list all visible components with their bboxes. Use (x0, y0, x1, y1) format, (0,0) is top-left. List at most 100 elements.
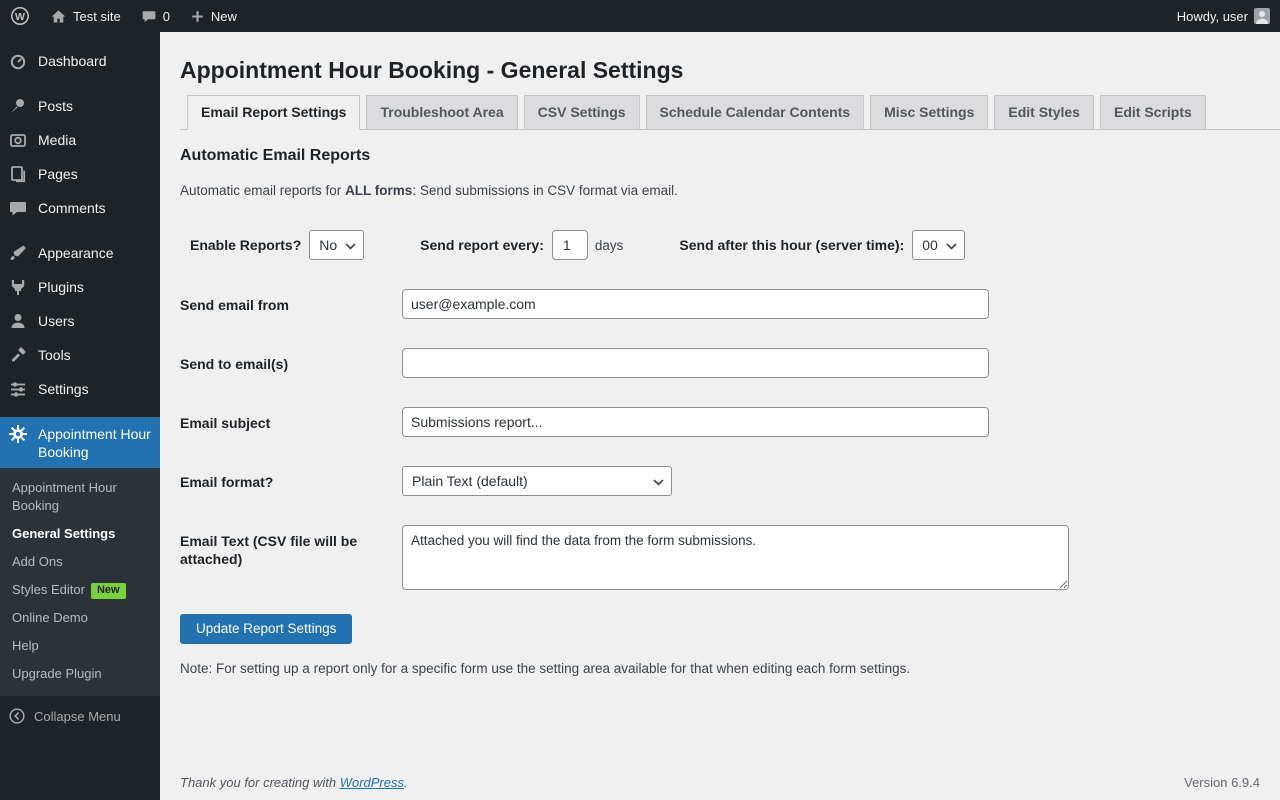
gear-icon (9, 425, 27, 443)
pages-icon (11, 166, 26, 183)
thanks-suffix: . (404, 775, 408, 790)
sidebar-item-label: Tools (38, 347, 71, 363)
tab-misc-settings[interactable]: Misc Settings (870, 95, 989, 130)
email-text-label: Email Text (CSV file will be attached) (180, 533, 358, 567)
main-content: Appointment Hour Booking - General Setti… (160, 0, 1280, 800)
plugin-submenu: Appointment Hour Booking General Setting… (0, 468, 160, 696)
tab-csv-settings[interactable]: CSV Settings (523, 95, 640, 130)
admin-bar: W Test site 0 New Howdy, user (0, 0, 1280, 32)
update-report-settings-button[interactable]: Update Report Settings (180, 614, 353, 644)
email-text-row: Email Text (CSV file will be attached) A… (180, 525, 1260, 590)
tools-icon (12, 347, 26, 362)
send-after-hour-select[interactable]: 00 (912, 230, 965, 260)
send-after-hour-label: Send after this hour (server time): (679, 237, 905, 253)
email-format-label: Email format? (180, 474, 274, 490)
dashboard-icon (10, 54, 26, 70)
settings-icon (11, 382, 25, 397)
comments-link[interactable]: 0 (131, 0, 180, 32)
admin-bar-left: W Test site 0 New (0, 0, 247, 32)
days-unit-label: days (594, 237, 624, 253)
account-menu[interactable]: Howdy, user (1167, 0, 1280, 32)
wordpress-link[interactable]: WordPress (340, 775, 404, 790)
send-after-hour-value: 00 (922, 237, 938, 253)
send-to-emails-label: Send to email(s) (180, 356, 289, 372)
posts-icon (11, 99, 24, 113)
sidebar-item-media[interactable]: Media (0, 123, 160, 157)
submenu-item-label: Appointment Hour Booking (12, 480, 117, 513)
avatar (1254, 8, 1270, 24)
submenu-item-label: Styles Editor (12, 582, 85, 597)
sidebar-item-comments[interactable]: Comments (0, 191, 160, 225)
intro-suffix: : Send submissions in CSV format via ema… (412, 183, 678, 198)
tab-schedule-calendar-contents[interactable]: Schedule Calendar Contents (645, 95, 865, 130)
send-to-emails-input[interactable] (402, 348, 989, 378)
tab-troubleshoot-area[interactable]: Troubleshoot Area (366, 95, 518, 130)
submenu-item-styles-editor[interactable]: Styles Editor New (0, 576, 160, 604)
submenu-item-upgrade-plugin[interactable]: Upgrade Plugin (0, 660, 160, 688)
sidebar-item-label: Pages (38, 166, 78, 182)
comments-bubble-icon (142, 11, 156, 22)
svg-text:W: W (15, 11, 25, 23)
intro-prefix: Automatic email reports for (180, 183, 346, 198)
send-email-from-label: Send email from (180, 297, 289, 313)
submenu-item-label: Help (12, 638, 39, 653)
email-subject-input[interactable] (402, 407, 989, 437)
new-content-link[interactable]: New (180, 0, 247, 32)
plugins-icon (11, 280, 25, 295)
sidebar-item-tools[interactable]: Tools (0, 338, 160, 372)
sidebar-item-appointment-hour-booking[interactable]: Appointment Hour Booking (0, 417, 160, 468)
tab-edit-scripts[interactable]: Edit Scripts (1099, 95, 1206, 130)
thanks-prefix: Thank you for creating with (180, 775, 340, 790)
send-email-from-input[interactable] (402, 289, 989, 319)
settings-tabs: Email Report Settings Troubleshoot Area CS… (180, 95, 1280, 130)
report-every-input[interactable] (551, 230, 588, 260)
sidebar-item-dashboard[interactable]: Dashboard (0, 44, 160, 78)
report-every-label: Send report every: (420, 237, 544, 253)
footer: Thank you for creating with WordPress. V… (180, 775, 1260, 790)
intro-text: Automatic email reports for ALL forms: S… (180, 182, 1260, 200)
page-title: Appointment Hour Booking - General Setti… (180, 57, 684, 83)
appearance-icon (10, 245, 26, 260)
sidebar-item-label: Users (38, 313, 75, 329)
submenu-item-label: Online Demo (12, 610, 88, 625)
site-name-label: Test site (73, 8, 121, 24)
email-format-select[interactable]: Plain Text (default) (402, 466, 672, 496)
plus-icon (192, 10, 203, 22)
tab-edit-styles[interactable]: Edit Styles (994, 95, 1094, 130)
submenu-item-general-settings[interactable]: General Settings (0, 520, 160, 548)
sidebar-item-label: Settings (38, 381, 89, 397)
submenu-item-appointment-hour-booking[interactable]: Appointment Hour Booking (0, 474, 160, 520)
submenu-item-online-demo[interactable]: Online Demo (0, 604, 160, 632)
new-badge: New (90, 583, 126, 599)
sidebar-item-posts[interactable]: Posts (0, 89, 160, 123)
enable-reports-select[interactable]: No (309, 230, 365, 260)
new-label: New (210, 8, 237, 24)
admin-bar-right: Howdy, user (1167, 0, 1280, 32)
sidebar-item-plugins[interactable]: Plugins (0, 270, 160, 304)
chevron-down-icon (653, 479, 664, 486)
report-schedule-row: Enable Reports? No Send report every: da… (180, 230, 1260, 260)
email-subject-row: Email subject (180, 407, 1260, 437)
email-text-textarea[interactable]: Attached you will find the data from the… (402, 525, 1069, 590)
sidebar-item-settings[interactable]: Settings (0, 372, 160, 406)
intro-bold: ALL forms (345, 183, 413, 198)
wordpress-logo-button[interactable]: W (0, 0, 40, 32)
sidebar-item-label: Posts (38, 98, 74, 114)
submenu-item-help[interactable]: Help (0, 632, 160, 660)
sidebar-item-label: Media (38, 132, 77, 148)
sidebar-item-label: Appearance (38, 245, 114, 261)
send-to-emails-row: Send to email(s) (180, 348, 1260, 378)
sidebar-item-label: Dashboard (38, 53, 107, 69)
comments-icon (10, 202, 26, 216)
sidebar-item-pages[interactable]: Pages (0, 157, 160, 191)
site-name-link[interactable]: Test site (40, 0, 131, 32)
note-text: Note: For setting up a report only for a… (180, 661, 911, 676)
tab-email-report-settings[interactable]: Email Report Settings (187, 95, 361, 130)
submenu-item-label: General Settings (12, 526, 116, 541)
submenu-item-add-ons[interactable]: Add Ons (0, 548, 160, 576)
email-subject-label: Email subject (180, 415, 271, 431)
collapse-menu-button[interactable]: Collapse Menu (0, 700, 160, 732)
sidebar-item-users[interactable]: Users (0, 304, 160, 338)
enable-reports-label: Enable Reports? (190, 237, 302, 253)
sidebar-item-appearance[interactable]: Appearance (0, 236, 160, 270)
